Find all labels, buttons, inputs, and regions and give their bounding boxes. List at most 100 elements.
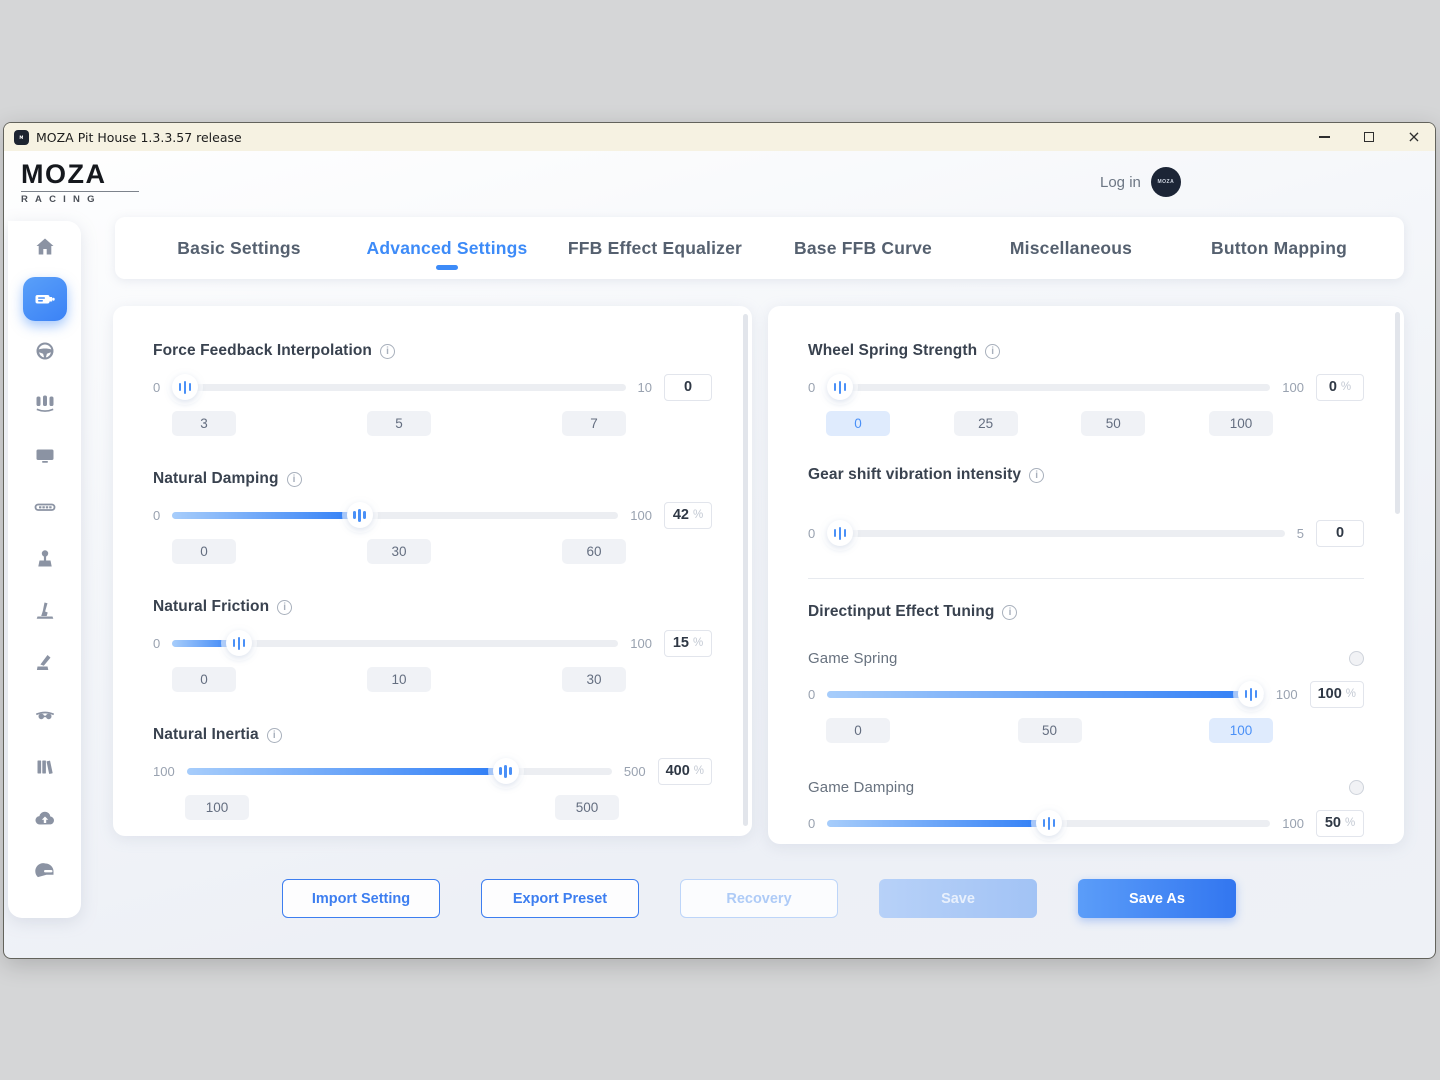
setting-label-row: Game Spring xyxy=(808,648,1364,668)
value-unit: % xyxy=(694,765,704,777)
import-setting-button[interactable]: Import Setting xyxy=(282,879,440,918)
slider-track-force-feedback-interpolation[interactable] xyxy=(172,384,625,391)
sidebar-item-manuals[interactable] xyxy=(19,741,71,793)
info-icon[interactable]: i xyxy=(287,472,302,487)
info-icon[interactable]: i xyxy=(985,344,1000,359)
value-unit: % xyxy=(693,637,703,649)
avatar[interactable]: MOZA xyxy=(1151,167,1181,197)
preset-button-30[interactable]: 30 xyxy=(367,539,431,564)
value-input-natural-damping[interactable]: 42% xyxy=(664,502,712,529)
sidebar-item-dashboard[interactable] xyxy=(19,429,71,481)
value-input-game-spring[interactable]: 100% xyxy=(1310,681,1364,708)
radio-game-damping[interactable] xyxy=(1349,780,1364,795)
value-input-gear-shift-vibration-intensity[interactable]: 0 xyxy=(1316,520,1364,547)
export-preset-button[interactable]: Export Preset xyxy=(481,879,639,918)
sidebar-item-helmet[interactable] xyxy=(19,845,71,897)
maximize-button[interactable] xyxy=(1362,130,1376,144)
slider-row-game-spring: 0100100% xyxy=(808,681,1364,707)
preset-button-500[interactable]: 500 xyxy=(555,795,619,820)
tab-basic-settings[interactable]: Basic Settings xyxy=(135,217,343,279)
preset-button-7[interactable]: 7 xyxy=(562,411,626,436)
handle-bars-icon xyxy=(1043,819,1046,827)
sidebar-item-partial-hidden[interactable] xyxy=(19,897,71,918)
preset-button-0[interactable]: 0 xyxy=(826,718,890,743)
value-number: 0 xyxy=(1329,379,1337,395)
slider-handle-gear-shift-vibration-intensity[interactable] xyxy=(827,520,853,546)
preset-button-50[interactable]: 50 xyxy=(1018,718,1082,743)
info-icon[interactable]: i xyxy=(267,728,282,743)
value-input-force-feedback-interpolation[interactable]: 0 xyxy=(664,374,712,401)
slider-handle-force-feedback-interpolation[interactable] xyxy=(172,374,198,400)
preset-button-5[interactable]: 5 xyxy=(367,411,431,436)
info-icon[interactable]: i xyxy=(380,344,395,359)
value-input-natural-friction[interactable]: 15% xyxy=(664,630,712,657)
led-strip-icon xyxy=(33,495,57,519)
minimize-button[interactable] xyxy=(1317,130,1331,144)
close-button[interactable]: × xyxy=(1407,130,1421,144)
sidebar-item-head-tracker[interactable] xyxy=(19,689,71,741)
handle-bars-icon xyxy=(834,383,837,391)
slider-track-game-spring[interactable] xyxy=(827,691,1264,698)
slider-handle-natural-inertia[interactable] xyxy=(493,758,519,784)
slider-track-natural-friction[interactable] xyxy=(172,640,618,647)
preset-button-30[interactable]: 30 xyxy=(562,667,626,692)
tab-base-ffb-curve[interactable]: Base FFB Curve xyxy=(759,217,967,279)
right-panel-scrollbar[interactable] xyxy=(1395,312,1400,514)
sidebar-item-pedals[interactable] xyxy=(19,377,71,429)
info-icon[interactable]: i xyxy=(277,600,292,615)
preset-button-3[interactable]: 3 xyxy=(172,411,236,436)
preset-row-natural-damping: 0 30 60 xyxy=(172,539,626,564)
slider-row-gear-shift-vibration-intensity: 050 xyxy=(808,520,1364,546)
slider-track-natural-damping[interactable] xyxy=(172,512,618,519)
sidebar-item-shifter-knob[interactable] xyxy=(19,533,71,585)
slider-min-label: 0 xyxy=(153,636,160,651)
slider-track-game-damping[interactable] xyxy=(827,820,1270,827)
sidebar-item-handbrake[interactable] xyxy=(19,637,71,689)
slider-handle-natural-damping[interactable] xyxy=(347,502,373,528)
save-button[interactable]: Save xyxy=(879,879,1037,918)
left-panel-scrollbar[interactable] xyxy=(743,314,748,826)
slider-handle-wheel-spring-strength[interactable] xyxy=(827,374,853,400)
tab-button-mapping[interactable]: Button Mapping xyxy=(1175,217,1383,279)
sidebar-item-led-strip[interactable] xyxy=(19,481,71,533)
value-input-wheel-spring-strength[interactable]: 0% xyxy=(1316,374,1364,401)
slider-handle-game-spring[interactable] xyxy=(1238,681,1264,707)
handle-bars-icon xyxy=(179,383,182,391)
info-icon[interactable]: i xyxy=(1029,468,1044,483)
setting-label-row: Gear shift vibration intensityi xyxy=(808,465,1364,485)
info-icon[interactable]: i xyxy=(1002,605,1017,620)
preset-button-0[interactable]: 0 xyxy=(172,539,236,564)
preset-button-0[interactable]: 0 xyxy=(826,411,890,436)
save-as-button[interactable]: Save As xyxy=(1078,879,1236,918)
slider-track-gear-shift-vibration-intensity[interactable] xyxy=(827,530,1285,537)
preset-button-0[interactable]: 0 xyxy=(172,667,236,692)
slider-handle-game-damping[interactable] xyxy=(1036,810,1062,836)
preset-button-50[interactable]: 50 xyxy=(1081,411,1145,436)
slider-handle-natural-friction[interactable] xyxy=(226,630,252,656)
preset-button-100[interactable]: 100 xyxy=(185,795,249,820)
window-title: MOZA Pit House 1.3.3.57 release xyxy=(36,130,242,145)
tab-miscellaneous[interactable]: Miscellaneous xyxy=(967,217,1175,279)
sidebar-item-wheelbase[interactable] xyxy=(23,277,67,321)
preset-button-10[interactable]: 10 xyxy=(367,667,431,692)
preset-button-100[interactable]: 100 xyxy=(1209,718,1273,743)
slider-track-wheel-spring-strength[interactable] xyxy=(827,384,1270,391)
sidebar-item-steering-wheel[interactable] xyxy=(19,325,71,377)
slider-track-natural-inertia[interactable] xyxy=(187,768,612,775)
sidebar-item-cloud-upload[interactable] xyxy=(19,793,71,845)
value-input-game-damping[interactable]: 50% xyxy=(1316,810,1364,837)
setting-natural-damping: Natural Dampingi010042%03060 xyxy=(153,469,712,564)
tab-ffb-effect-equalizer[interactable]: FFB Effect Equalizer xyxy=(551,217,759,279)
preset-button-100[interactable]: 100 xyxy=(1209,411,1273,436)
sidebar-item-sequential-shifter[interactable] xyxy=(19,585,71,637)
slider-max-label: 100 xyxy=(1282,380,1304,395)
login-link[interactable]: Log in xyxy=(1100,174,1141,191)
sidebar-item-home[interactable] xyxy=(19,221,71,273)
tab-advanced-settings[interactable]: Advanced Settings xyxy=(343,217,551,279)
preset-button-25[interactable]: 25 xyxy=(954,411,1018,436)
recovery-button[interactable]: Recovery xyxy=(680,879,838,918)
radio-game-spring[interactable] xyxy=(1349,651,1364,666)
handle-bars-icon xyxy=(834,529,837,537)
value-input-natural-inertia[interactable]: 400% xyxy=(658,758,712,785)
preset-button-60[interactable]: 60 xyxy=(562,539,626,564)
